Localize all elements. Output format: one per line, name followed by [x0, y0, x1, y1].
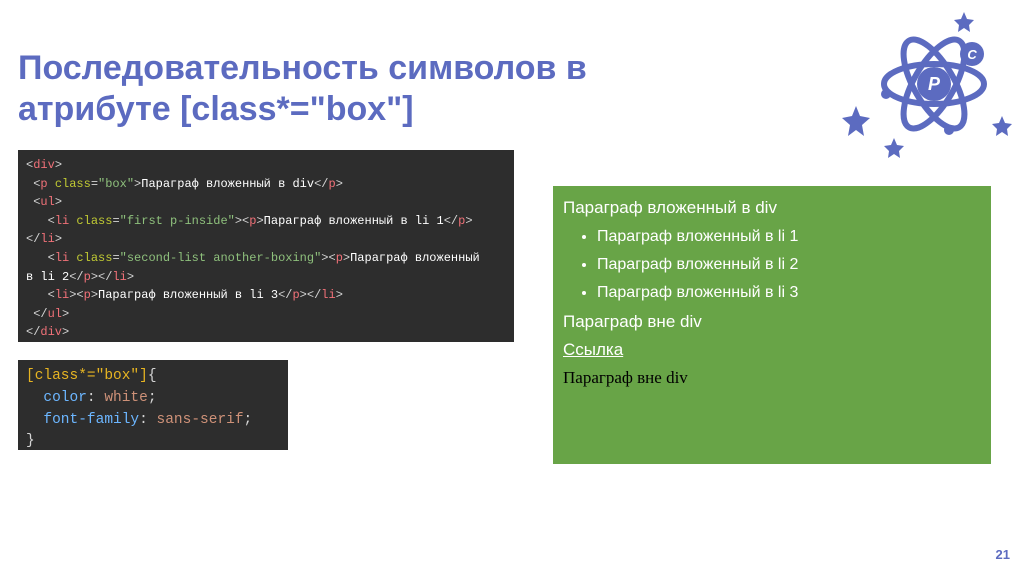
code-token: "second-list another-boxing" — [120, 251, 322, 265]
code-block-css: [class*="box"]{ color: white; font-famil… — [18, 360, 288, 450]
code-token: Параграф вложенный в li 1 — [264, 214, 444, 228]
title-line-1: Последовательность символов в — [18, 49, 587, 87]
preview-li-2: Параграф вложенный в li 2 — [597, 256, 981, 274]
code-token: Параграф вложенный в div — [141, 177, 314, 191]
preview-p-in-div: Параграф вложенный в div — [563, 198, 981, 218]
code-token: [class*="box"] — [26, 368, 148, 384]
preview-li-3: Параграф вложенный в li 3 — [597, 284, 981, 302]
preview-p-out-2: Параграф вне div — [563, 368, 981, 388]
code-token: white — [104, 390, 148, 406]
code-token: class — [76, 214, 112, 228]
slide-title: Последовательность символов в атрибуте [… — [18, 48, 778, 131]
preview-li-1: Параграф вложенный в li 1 — [597, 228, 981, 246]
code-token: sans-serif — [157, 412, 244, 428]
code-token: color — [43, 390, 87, 406]
preview-link[interactable]: Ссылка — [563, 340, 623, 359]
code-token: "box" — [98, 177, 134, 191]
code-token: } — [26, 433, 35, 449]
render-preview: Параграф вложенный в div Параграф вложен… — [553, 186, 991, 464]
title-line-2: атрибуте [class*="box"] — [18, 90, 414, 128]
code-token: Параграф вложенный — [350, 251, 480, 265]
code-token: Параграф вложенный в li 3 — [98, 288, 278, 302]
code-token: class — [55, 177, 91, 191]
code-token: { — [148, 368, 157, 384]
code-token: font-family — [43, 412, 139, 428]
preview-list: Параграф вложенный в li 1 Параграф вложе… — [563, 228, 981, 302]
code-token: в li 2 — [26, 270, 69, 284]
logo-p: P — [928, 74, 941, 94]
preview-p-out-1: Параграф вне div — [563, 312, 981, 332]
page-number: 21 — [996, 547, 1010, 562]
code-block-html: <<div>div> <p class="box">Параграф вложе… — [18, 150, 514, 342]
code-token: "first p-inside" — [120, 214, 235, 228]
logo-c: C — [967, 47, 977, 62]
atom-logo: P C — [834, 6, 1014, 166]
code-token: class — [76, 251, 112, 265]
